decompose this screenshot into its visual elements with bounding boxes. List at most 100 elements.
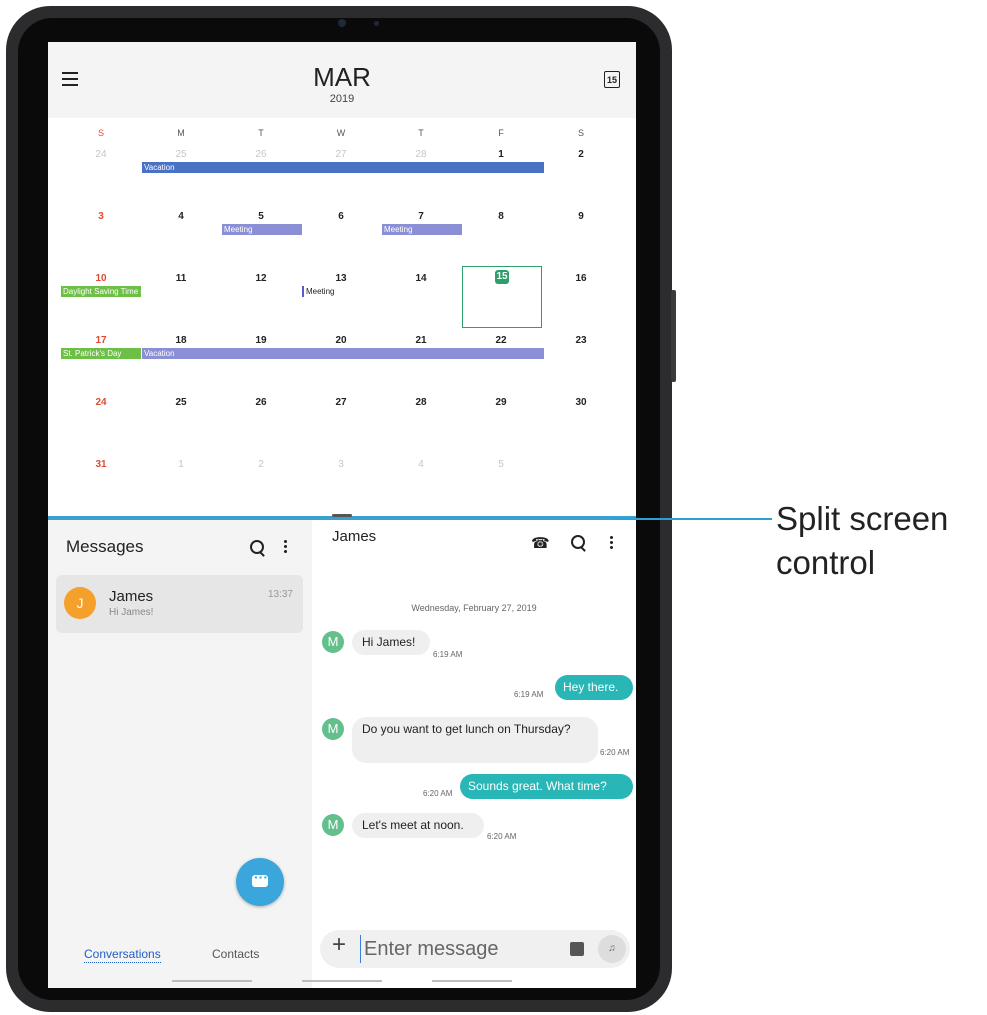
calendar-day[interactable]: 25 xyxy=(141,397,221,408)
calendar-day[interactable]: 2 xyxy=(541,149,621,160)
calendar-day[interactable]: 14 xyxy=(381,273,461,284)
calendar-day[interactable]: 16 xyxy=(541,273,621,284)
message-input-bar: + ♫ xyxy=(320,930,630,968)
calendar-day[interactable]: 28 xyxy=(381,149,461,160)
event-meeting[interactable]: Meeting xyxy=(302,286,382,297)
calendar-day[interactable]: 19 xyxy=(221,335,301,346)
calendar-day[interactable]: 7 xyxy=(381,211,461,222)
message-bubble-outgoing[interactable]: Sounds great. What time? xyxy=(460,774,633,799)
calendar-day[interactable]: 26 xyxy=(221,149,301,160)
sensor xyxy=(374,21,379,26)
weekday-label: W xyxy=(336,128,346,138)
more-icon[interactable] xyxy=(284,540,288,555)
calendar-day[interactable]: 31 xyxy=(61,459,141,470)
calendar-day[interactable]: 9 xyxy=(541,211,621,222)
event-vacation[interactable]: Vacation xyxy=(142,162,544,173)
nav-indicator xyxy=(172,980,252,982)
conversation-name: James xyxy=(109,588,154,605)
today-icon-number: 15 xyxy=(606,75,617,85)
calendar-day[interactable]: 5 xyxy=(461,459,541,470)
calendar-day[interactable]: 29 xyxy=(461,397,541,408)
messages-list-pane: Messages J James Hi James! 13:37 Convers… xyxy=(48,520,312,988)
calendar-day[interactable]: 4 xyxy=(381,459,461,470)
calendar-day[interactable]: 6 xyxy=(301,211,381,222)
weekday-label: S xyxy=(577,128,584,138)
calendar-day[interactable]: 5 xyxy=(221,211,301,222)
weekday-label: S xyxy=(97,128,104,138)
event-vacation[interactable]: Vacation xyxy=(142,348,544,359)
month-title: MAR xyxy=(313,62,371,92)
message-time: 6:19 AM xyxy=(514,690,544,699)
event-meeting[interactable]: Meeting xyxy=(222,224,302,235)
calendar-day[interactable]: 10 xyxy=(61,273,141,284)
tab-conversations[interactable]: Conversations xyxy=(84,947,161,963)
message-time: 6:20 AM xyxy=(600,748,630,757)
calendar-day[interactable]: 11 xyxy=(141,273,221,284)
calendar-day[interactable]: 8 xyxy=(461,211,541,222)
event-st-patricks-day[interactable]: St. Patrick's Day xyxy=(61,348,141,359)
weekday-label: F xyxy=(498,128,504,138)
year-title: 2019 xyxy=(329,93,355,105)
conversation-item[interactable]: J James Hi James! 13:37 xyxy=(56,575,303,633)
tab-contacts[interactable]: Contacts xyxy=(212,947,259,961)
weekday-label: M xyxy=(177,128,185,138)
calendar-day[interactable]: 17 xyxy=(61,335,141,346)
message-time: 6:20 AM xyxy=(423,789,453,798)
calendar-day[interactable]: 24 xyxy=(61,149,141,160)
chat-contact-name: James xyxy=(332,528,377,545)
date-separator: Wednesday, February 27, 2019 xyxy=(411,603,537,613)
compose-icon xyxy=(252,869,268,887)
side-button xyxy=(671,290,676,382)
message-time: 6:19 AM xyxy=(433,650,463,659)
callout-label: Split screen control xyxy=(776,500,949,581)
voice-icon[interactable]: ♫ xyxy=(598,935,626,963)
calendar-day[interactable]: 22 xyxy=(461,335,541,346)
weekday-label: T xyxy=(418,128,424,138)
calendar-day[interactable]: 1 xyxy=(461,149,541,160)
message-bubble-outgoing[interactable]: Hey there. xyxy=(555,675,633,700)
nav-indicator xyxy=(302,980,382,982)
calendar-day[interactable]: 28 xyxy=(381,397,461,408)
sticker-icon[interactable] xyxy=(570,942,584,956)
compose-button[interactable] xyxy=(236,858,284,906)
message-input[interactable] xyxy=(360,935,544,963)
more-icon[interactable] xyxy=(610,536,614,551)
calendar-day[interactable]: 3 xyxy=(301,459,381,470)
search-icon[interactable] xyxy=(571,535,585,549)
calendar-day[interactable]: 23 xyxy=(541,335,621,346)
conversation-preview: Hi James! xyxy=(109,607,154,618)
calendar-day[interactable]: 27 xyxy=(301,397,381,408)
calendar-day[interactable]: 25 xyxy=(141,149,221,160)
event-daylight-saving[interactable]: Daylight Saving Time st xyxy=(61,286,141,297)
message-time: 6:20 AM xyxy=(487,832,517,841)
conversation-time: 13:37 xyxy=(267,589,293,600)
message-bubble-incoming[interactable]: Hi James! xyxy=(352,630,430,655)
calendar-day[interactable]: 30 xyxy=(541,397,621,408)
calendar-day[interactable]: 4 xyxy=(141,211,221,222)
tablet-screen: MAR 2019 15 Vacation Meeting Meeting Day… xyxy=(48,42,636,988)
sender-avatar: M xyxy=(322,718,344,740)
split-screen-handle[interactable] xyxy=(332,514,352,517)
calendar-day[interactable]: 3 xyxy=(61,211,141,222)
calendar-day[interactable]: 1 xyxy=(141,459,221,470)
front-camera xyxy=(338,19,346,27)
search-icon[interactable] xyxy=(250,540,264,554)
calendar-day[interactable]: 26 xyxy=(221,397,301,408)
calendar-day[interactable]: 24 xyxy=(61,397,141,408)
sender-avatar: M xyxy=(322,631,344,653)
sender-avatar: M xyxy=(322,814,344,836)
attach-icon[interactable]: + xyxy=(332,933,346,957)
calendar-day[interactable]: 21 xyxy=(381,335,461,346)
chat-pane: James ☎ Wednesday, February 27, 2019 M H… xyxy=(312,520,636,988)
message-bubble-incoming[interactable]: Let's meet at noon. xyxy=(352,813,484,838)
message-bubble-incoming[interactable]: Do you want to get lunch on Thursday? xyxy=(352,717,598,763)
calendar-day[interactable]: 12 xyxy=(221,273,301,284)
calendar-day[interactable]: 2 xyxy=(221,459,301,470)
phone-icon[interactable]: ☎ xyxy=(531,536,550,551)
calendar-today-icon[interactable]: 15 xyxy=(604,71,620,88)
calendar-day[interactable]: 20 xyxy=(301,335,381,346)
calendar-day[interactable]: 18 xyxy=(141,335,221,346)
calendar-day[interactable]: 27 xyxy=(301,149,381,160)
event-meeting[interactable]: Meeting xyxy=(382,224,462,235)
calendar-day[interactable]: 13 xyxy=(301,273,381,284)
